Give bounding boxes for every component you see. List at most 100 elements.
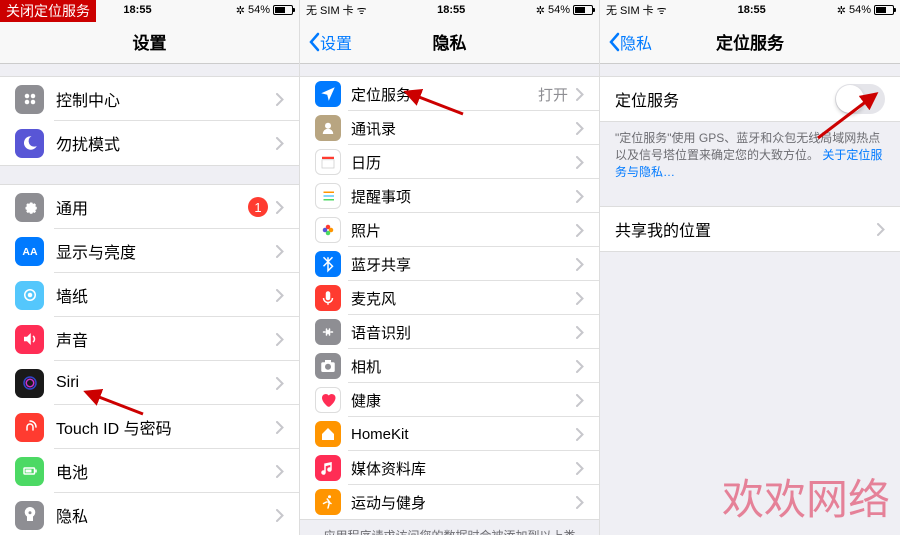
toggle-label: 定位服务 — [615, 87, 835, 111]
privacy-row-music[interactable]: 媒体资料库 — [300, 451, 599, 485]
privacy-row-microphone[interactable]: 麦克风 — [300, 281, 599, 315]
chevron-right-icon — [276, 137, 284, 150]
loading-icon: ✲ — [837, 4, 846, 17]
chevron-right-icon — [576, 224, 584, 237]
row-label: 定位服务 — [351, 84, 538, 105]
row-label: 显示与亮度 — [56, 239, 276, 263]
settings-row-siri[interactable]: Siri — [0, 361, 299, 405]
page-title: 设置 — [133, 29, 167, 54]
location-content[interactable]: 定位服务 "定位服务"使用 GPS、蓝牙和众包无线局域网热点以及信号塔位置来确定… — [600, 64, 900, 535]
settings-row-moon[interactable]: 勿扰模式 — [0, 121, 299, 165]
back-label: 隐私 — [620, 30, 652, 54]
row-label: 勿扰模式 — [56, 131, 276, 155]
privacy-row-reminders[interactable]: 提醒事项 — [300, 179, 599, 213]
reminders-icon — [315, 183, 341, 209]
settings-row-battery-app[interactable]: 电池 — [0, 449, 299, 493]
fingerprint-icon — [15, 413, 44, 442]
privacy-footer: 应用程序请求访问您的数据时会被添加到以上类别。 — [300, 520, 599, 535]
music-icon — [315, 455, 341, 481]
bluetooth-icon — [315, 251, 341, 277]
chevron-right-icon — [276, 509, 284, 522]
wallpaper-icon — [15, 281, 44, 310]
row-label: 通用 — [56, 195, 248, 219]
settings-row-wallpaper[interactable]: 墙纸 — [0, 273, 299, 317]
back-button[interactable]: 隐私 — [608, 30, 652, 54]
settings-row-control-center[interactable]: 控制中心 — [0, 77, 299, 121]
chevron-right-icon — [576, 496, 584, 509]
privacy-row-location[interactable]: 定位服务打开 — [300, 77, 599, 111]
control-center-icon — [15, 85, 44, 114]
privacy-list[interactable]: 定位服务打开通讯录日历提醒事项照片蓝牙共享麦克风语音识别相机健康HomeKit媒… — [300, 64, 599, 535]
calendar-icon — [315, 149, 341, 175]
status-time: 18:55 — [738, 4, 766, 16]
location-footer: "定位服务"使用 GPS、蓝牙和众包无线局域网热点以及信号塔位置来确定您的大致方… — [600, 122, 900, 188]
privacy-icon — [15, 501, 44, 530]
siri-icon — [15, 369, 44, 398]
status-bar: 无 SIM 卡 ᯤ 18:55 ✲ 54% — [300, 0, 599, 20]
screens-container: ○○○○○ 18:55 ✲ 54% 设置 控制中心勿扰模式通用1AA显示与亮度墙… — [0, 0, 900, 535]
nav-bar: 设置 隐私 — [300, 20, 599, 64]
carrier: 无 SIM 卡 — [306, 2, 354, 18]
status-bar: 无 SIM 卡 ᯤ 18:55 ✲ 54% — [600, 0, 900, 20]
settings-row-sound[interactable]: 声音 — [0, 317, 299, 361]
location-services-toggle-row[interactable]: 定位服务 — [600, 77, 900, 121]
privacy-row-bluetooth[interactable]: 蓝牙共享 — [300, 247, 599, 281]
homekit-icon — [315, 421, 341, 447]
row-label: 麦克风 — [351, 288, 576, 309]
privacy-row-homekit[interactable]: HomeKit — [300, 417, 599, 451]
row-label: 电池 — [56, 459, 276, 483]
settings-row-privacy[interactable]: 隐私 — [0, 493, 299, 535]
chevron-right-icon — [576, 88, 584, 101]
status-time: 18:55 — [123, 4, 151, 16]
row-label: 语音识别 — [351, 322, 576, 343]
chevron-right-icon — [276, 333, 284, 346]
share-location-row[interactable]: 共享我的位置 — [600, 207, 900, 251]
battery-icon — [273, 5, 293, 15]
row-label: 声音 — [56, 327, 276, 351]
chevron-right-icon — [576, 360, 584, 373]
privacy-row-health[interactable]: 健康 — [300, 383, 599, 417]
share-label: 共享我的位置 — [615, 217, 877, 241]
page-title: 隐私 — [433, 29, 467, 54]
screen-settings: ○○○○○ 18:55 ✲ 54% 设置 控制中心勿扰模式通用1AA显示与亮度墙… — [0, 0, 300, 535]
nav-bar: 设置 — [0, 20, 299, 64]
privacy-row-fitness[interactable]: 运动与健身 — [300, 485, 599, 519]
camera-icon — [315, 353, 341, 379]
back-label: 设置 — [320, 30, 352, 54]
banner-close-location: 关闭定位服务 — [0, 0, 96, 22]
chevron-right-icon — [276, 377, 284, 390]
loading-icon: ✲ — [236, 4, 245, 17]
settings-row-gear[interactable]: 通用1 — [0, 185, 299, 229]
badge: 1 — [248, 197, 268, 217]
moon-icon — [15, 129, 44, 158]
row-label: 墙纸 — [56, 283, 276, 307]
nav-bar: 隐私 定位服务 — [600, 20, 900, 64]
status-time: 18:55 — [437, 4, 465, 16]
svg-text:AA: AA — [22, 246, 38, 258]
row-label: 照片 — [351, 220, 576, 241]
carrier: 无 SIM 卡 — [606, 2, 654, 18]
settings-row-fingerprint[interactable]: Touch ID 与密码 — [0, 405, 299, 449]
contacts-icon — [315, 115, 341, 141]
privacy-row-photos[interactable]: 照片 — [300, 213, 599, 247]
privacy-row-camera[interactable]: 相机 — [300, 349, 599, 383]
row-label: 健康 — [351, 390, 576, 411]
chevron-right-icon — [576, 190, 584, 203]
privacy-row-contacts[interactable]: 通讯录 — [300, 111, 599, 145]
settings-row-brightness[interactable]: AA 显示与亮度 — [0, 229, 299, 273]
privacy-row-calendar[interactable]: 日历 — [300, 145, 599, 179]
chevron-right-icon — [276, 289, 284, 302]
chevron-right-icon — [576, 258, 584, 271]
battery-pct: 54% — [548, 4, 570, 16]
settings-list[interactable]: 控制中心勿扰模式通用1 AA 显示与亮度墙纸声音 SiriTouch ID 与密码电池… — [0, 64, 299, 535]
screen-location-services: 无 SIM 卡 ᯤ 18:55 ✲ 54% 隐私 定位服务 定位服务 "定位服务… — [600, 0, 900, 535]
chevron-right-icon — [576, 292, 584, 305]
brightness-icon: AA — [15, 237, 44, 266]
page-title: 定位服务 — [716, 29, 784, 54]
privacy-row-speech[interactable]: 语音识别 — [300, 315, 599, 349]
location-toggle[interactable] — [835, 84, 885, 114]
row-detail: 打开 — [538, 84, 568, 105]
chevron-right-icon — [276, 93, 284, 106]
back-button[interactable]: 设置 — [308, 30, 352, 54]
wifi-icon: ᯤ — [357, 3, 367, 18]
